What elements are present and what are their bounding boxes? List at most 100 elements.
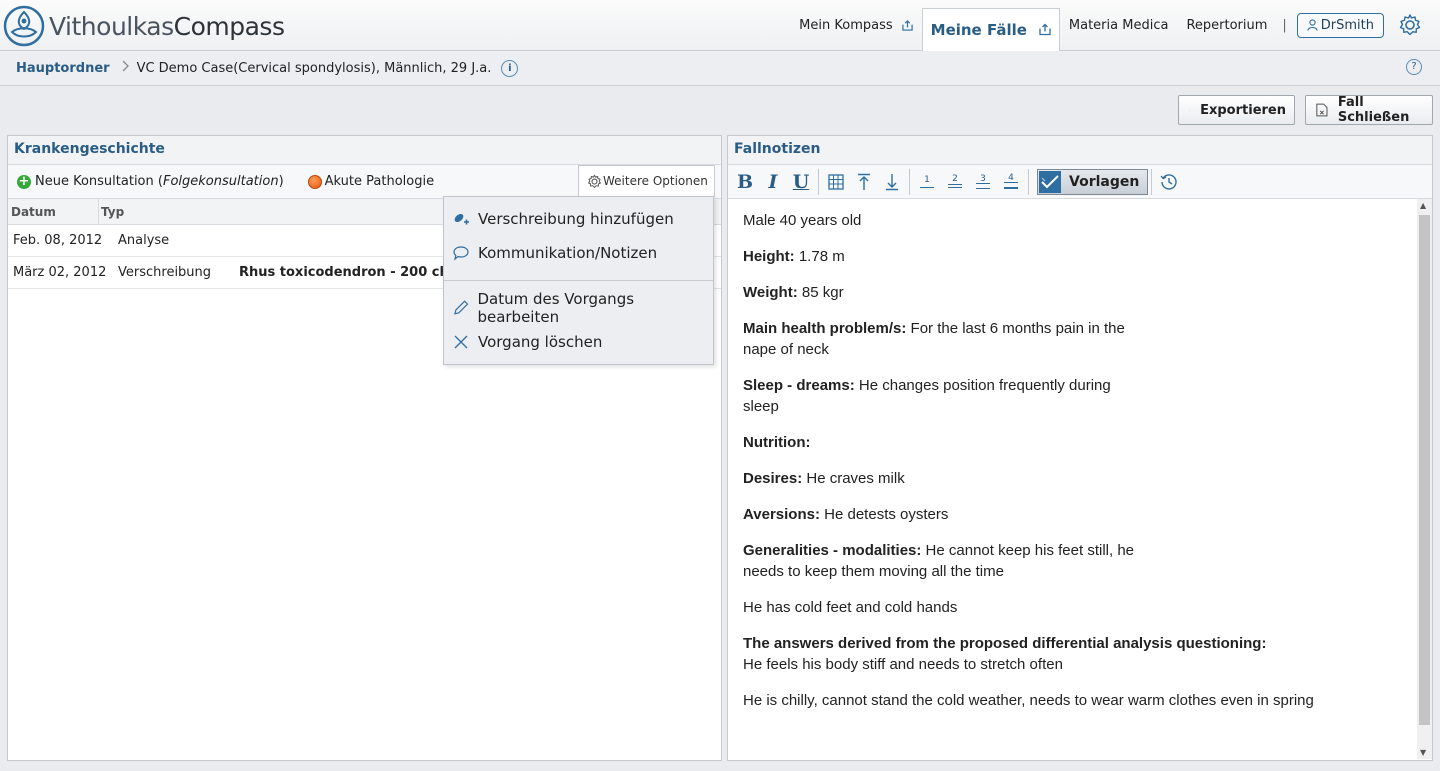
close-icon	[454, 335, 468, 349]
breadcrumb: Hauptordner VC Demo Case(Cervical spondy…	[0, 51, 1440, 86]
nav-materia-medica[interactable]: Materia Medica	[1060, 0, 1178, 50]
export-button[interactable]: Exportieren	[1178, 95, 1295, 125]
notes-scrollbar[interactable]: ▲ ▼	[1417, 199, 1432, 759]
bold-button[interactable]: B	[731, 168, 759, 196]
breadcrumb-case: VC Demo Case(Cervical spondylosis), Männ…	[136, 60, 492, 76]
more-options-menu: Verschreibung hinzufügen Kommunikation/N…	[443, 196, 714, 365]
heading-1-button[interactable]: 1	[913, 168, 941, 196]
more-options-button[interactable]: Weitere Optionen	[578, 165, 715, 197]
nav-label: Repertorium	[1186, 17, 1268, 33]
row-date: Feb. 08, 2012	[13, 233, 103, 248]
history-title: Krankengeschichte	[8, 136, 721, 165]
italic-button[interactable]: I	[759, 168, 787, 196]
notes-panel: Fallnotizen B I U 1 2 3 4 Vorlagen Male …	[727, 135, 1433, 761]
pill-add-icon	[454, 213, 469, 225]
note-line: He has cold feet and cold hands	[743, 599, 958, 616]
move-up-button[interactable]	[850, 168, 878, 196]
menu-item-label: Vorgang löschen	[478, 333, 603, 351]
column-date[interactable]: Datum	[11, 205, 56, 219]
notes-title: Fallnotizen	[728, 136, 1432, 165]
note-line: He is chilly, cannot stand the cold weat…	[743, 692, 1314, 709]
editor-toolbar: B I U 1 2 3 4 Vorlagen	[728, 165, 1432, 199]
toolbar-divider	[1028, 168, 1029, 195]
user-button[interactable]: DrSmith	[1296, 12, 1384, 38]
clock-history-icon	[1160, 173, 1177, 190]
history-toolbar: + Neue Konsultation (Folgekonsultation) …	[8, 165, 721, 199]
info-icon[interactable]: i	[501, 59, 519, 77]
templates-button[interactable]: Vorlagen	[1037, 168, 1149, 195]
heading-4-button[interactable]: 4	[997, 168, 1025, 196]
note-line: The answers derived from the proposed di…	[743, 635, 1267, 673]
toolbar-divider	[909, 168, 910, 195]
speech-bubble-icon	[453, 246, 469, 261]
chevron-right-icon	[122, 60, 129, 76]
scroll-up-icon[interactable]: ▲	[1420, 201, 1426, 210]
heading-2-button[interactable]: 2	[941, 168, 969, 196]
breadcrumb-root[interactable]: Hauptordner	[16, 61, 110, 76]
note-line: Weight: 85 kgr	[743, 284, 844, 301]
menu-item-delete[interactable]: Vorgang löschen	[444, 328, 713, 356]
new-consultation-button[interactable]: Neue Konsultation (Folgekonsultation)	[35, 174, 284, 189]
row-detail: Rhus toxicodendron - 200 ch (1c	[239, 265, 476, 280]
pencil-icon	[454, 300, 469, 315]
notes-content[interactable]: Male 40 years old Height: 1.78 m Weight:…	[743, 210, 1403, 726]
note-line: Main health problem/s: For the last 6 mo…	[743, 320, 1125, 358]
compass-logo-icon	[3, 5, 45, 47]
row-date: März 02, 2012	[13, 265, 107, 280]
scroll-down-icon[interactable]: ▼	[1420, 748, 1426, 757]
note-line: Aversions: He detests oysters	[743, 506, 949, 523]
user-icon	[1307, 19, 1318, 31]
settings-gear-icon[interactable]	[1398, 13, 1422, 37]
nav-repertorium[interactable]: Repertorium	[1177, 0, 1276, 50]
heading-3-button[interactable]: 3	[969, 168, 997, 196]
note-line: Height: 1.78 m	[743, 248, 845, 265]
note-line: Nutrition:	[743, 434, 811, 451]
menu-divider	[444, 280, 713, 281]
note-line: Sleep - dreams: He changes position freq…	[743, 377, 1111, 415]
logo[interactable]: VithoulkasCompass	[3, 4, 285, 48]
nav-separator: |	[1282, 17, 1287, 33]
menu-item-add-prescription[interactable]: Verschreibung hinzufügen	[444, 205, 713, 233]
logo-text: VithoulkasCompass	[49, 11, 285, 41]
more-options-label: Weitere Optionen	[603, 174, 708, 188]
templates-label: Vorlagen	[1069, 173, 1140, 190]
table-icon	[828, 173, 844, 190]
gear-icon	[588, 174, 601, 188]
row-type: Verschreibung	[118, 265, 212, 280]
note-line: Generalities - modalities: He cannot kee…	[743, 542, 1135, 580]
menu-item-edit-date[interactable]: Datum des Vorgangs bearbeiten	[444, 290, 713, 326]
column-type[interactable]: Typ	[101, 205, 124, 219]
user-name: DrSmith	[1320, 17, 1374, 33]
close-case-button[interactable]: Fall Schließen	[1305, 95, 1433, 125]
help-icon[interactable]: ?	[1406, 59, 1422, 75]
close-file-icon	[1316, 103, 1328, 117]
table-button[interactable]	[822, 168, 850, 196]
history-button[interactable]	[1155, 168, 1183, 196]
nav-mein-kompass[interactable]: Mein Kompass	[790, 0, 921, 50]
underline-button[interactable]: U	[787, 168, 815, 196]
row-type: Analyse	[118, 233, 170, 248]
nav-label: Meine Fälle	[930, 20, 1027, 39]
move-down-button[interactable]	[878, 168, 906, 196]
export-label: Exportieren	[1200, 102, 1286, 118]
toolbar-divider	[1151, 168, 1153, 195]
top-nav: Mein Kompass Meine Fälle Materia Medica …	[790, 0, 1440, 51]
arrow-up-icon	[858, 173, 870, 190]
nav-meine-faelle[interactable]: Meine Fälle	[921, 7, 1060, 51]
menu-item-communication[interactable]: Kommunikation/Notizen	[444, 239, 713, 267]
scroll-thumb[interactable]	[1419, 215, 1430, 725]
top-bar: VithoulkasCompass Mein Kompass Meine Fäl…	[0, 0, 1440, 51]
toolbar-divider	[818, 168, 819, 195]
nav-label: Mein Kompass	[799, 17, 893, 33]
share-icon	[901, 19, 913, 31]
note-line: Desires: He craves milk	[743, 470, 905, 487]
arrow-down-icon	[886, 173, 898, 190]
note-line: Male 40 years old	[743, 212, 862, 229]
check-icon	[1039, 170, 1061, 193]
nav-label: Materia Medica	[1068, 17, 1169, 33]
menu-item-label: Datum des Vorgangs bearbeiten	[477, 290, 635, 326]
menu-item-label: Kommunikation/Notizen	[478, 244, 658, 262]
acute-pathology-button[interactable]: Akute Pathologie	[325, 174, 434, 189]
acute-pathology-icon	[307, 174, 322, 189]
share-icon	[1039, 23, 1051, 36]
